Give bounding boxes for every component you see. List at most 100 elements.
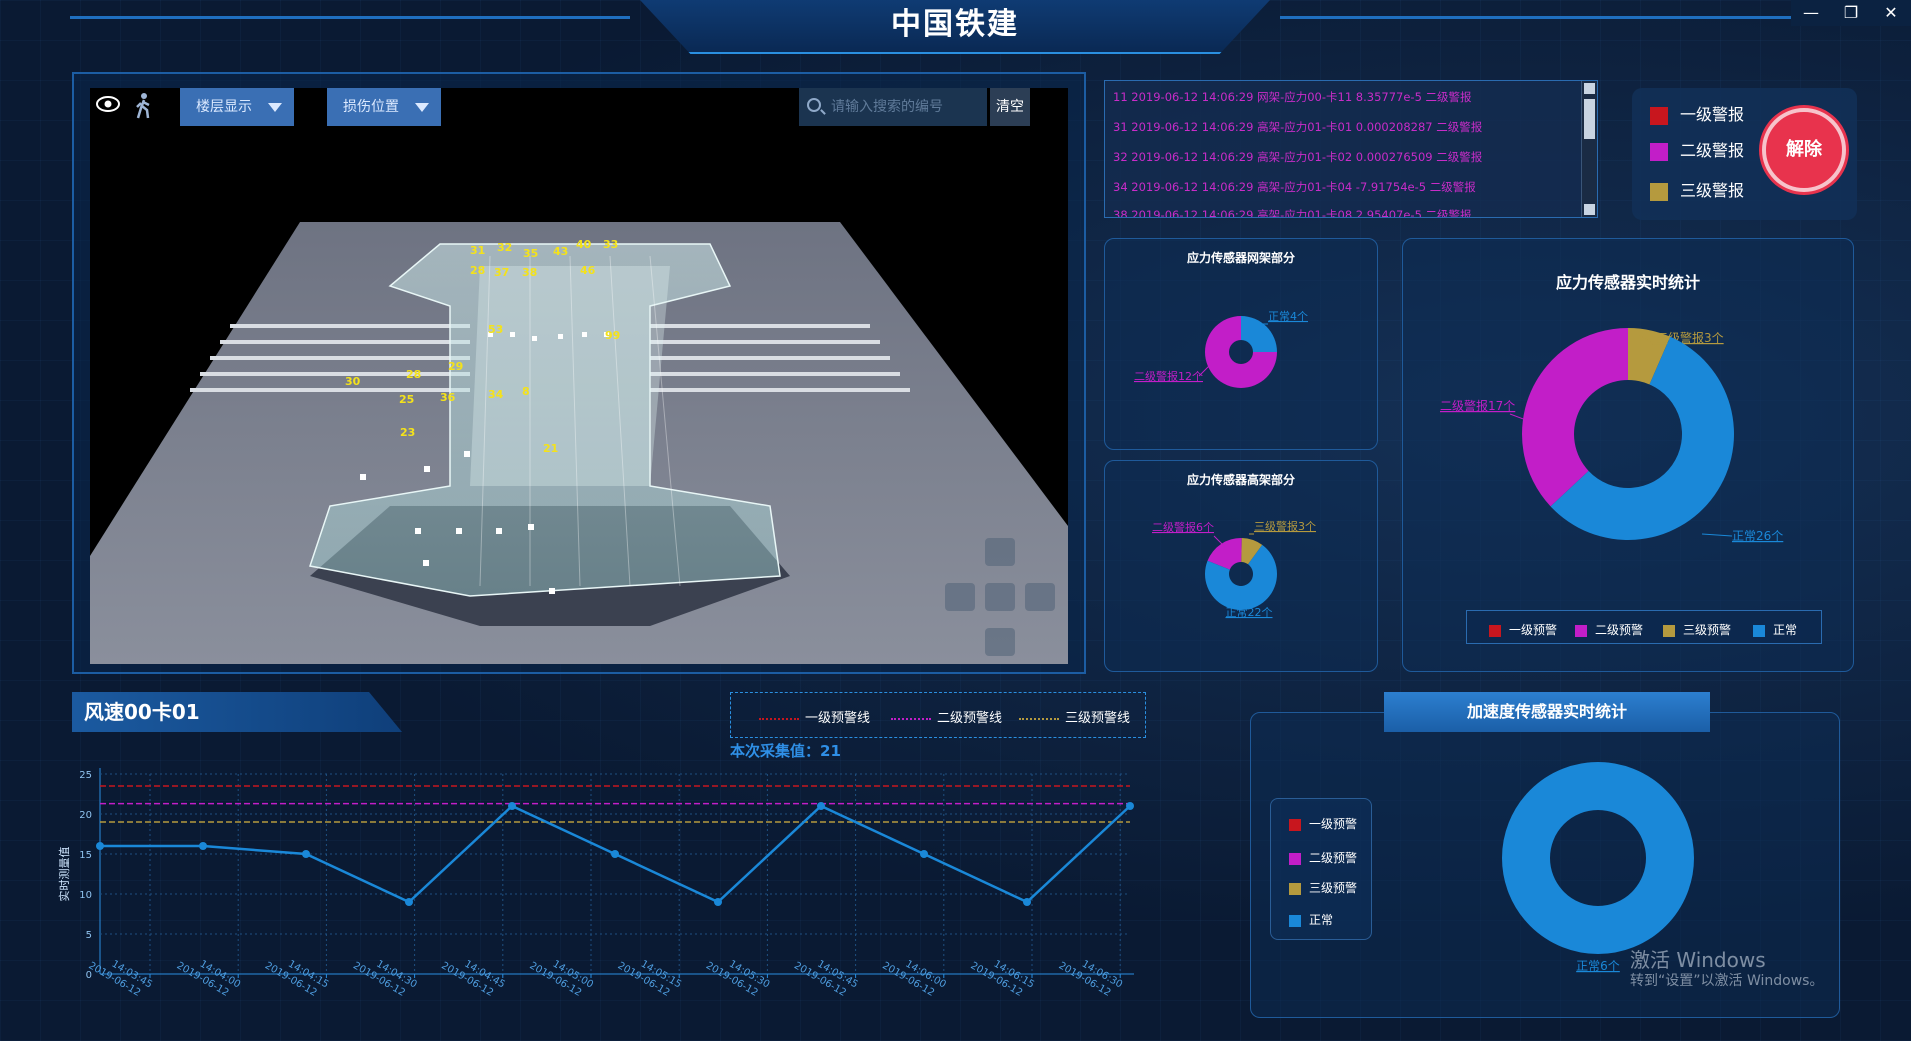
close-button[interactable]: ✕ (1871, 0, 1911, 26)
wind-chart-title: 风速00卡01 (72, 692, 402, 732)
data-point[interactable] (405, 898, 413, 906)
alert-row[interactable]: 38 2019-06-12 14:06:29 高架-应力01-卡08 2.954… (1113, 207, 1472, 217)
sensor-marker[interactable]: 23 (400, 426, 415, 439)
data-point[interactable] (302, 850, 310, 858)
alert-row[interactable]: 31 2019-06-12 14:06:29 高架-应力01-卡01 0.000… (1113, 119, 1482, 135)
sensor-marker[interactable]: 29 (448, 360, 463, 373)
legend-item: 一级预警 (1489, 621, 1557, 638)
alert-row[interactable]: 34 2019-06-12 14:06:29 高架-应力01-卡04 -7.91… (1113, 179, 1476, 195)
minimize-button[interactable]: — (1791, 0, 1831, 26)
data-point[interactable] (508, 802, 516, 810)
slice-label: 二级警报17个 (1440, 398, 1515, 413)
damage-position-label: 损伤位置 (343, 99, 399, 115)
sensor-marker[interactable]: 34 (488, 388, 503, 401)
legend-item: 正常 (1753, 621, 1797, 638)
legend-item: 二级预警 (1575, 621, 1643, 638)
x-tick-label: 14:04:302019-06-12 (351, 949, 419, 1002)
floor-display-dropdown[interactable]: 楼层显示 (180, 88, 294, 126)
alert-row[interactable]: 11 2019-06-12 14:06:29 网架-应力00-卡11 8.357… (1113, 89, 1472, 105)
scroll-thumb[interactable] (1584, 99, 1595, 139)
x-tick-label: 14:05:302019-06-12 (704, 949, 772, 1002)
sensor-marker[interactable]: 53 (488, 323, 503, 336)
data-point[interactable] (1126, 802, 1134, 810)
activation-watermark-hint: 转到“设置”以激活 Windows。 (1630, 973, 1824, 989)
sensor-marker[interactable]: 32 (497, 241, 512, 254)
donut-slice[interactable] (1502, 762, 1694, 954)
x-tick-label: 14:05:452019-06-12 (792, 949, 860, 1002)
sensor-marker[interactable]: 36 (440, 391, 455, 404)
eye-icon[interactable] (96, 96, 120, 112)
data-point[interactable] (714, 898, 722, 906)
slice-label: 正常26个 (1732, 529, 1783, 543)
slice-label: 正常6个 (1576, 959, 1620, 973)
sensor-marker[interactable]: 8 (522, 385, 530, 398)
restore-button[interactable]: ❐ (1831, 0, 1871, 26)
title-bar: 中国铁建 — ❐ ✕ (0, 0, 1911, 54)
sensor-marker[interactable]: 46 (580, 264, 595, 277)
sensor-marker[interactable]: 30 (345, 375, 360, 388)
search-input[interactable]: 请输入搜索的编号 (799, 88, 987, 126)
legend-item: 一级预警线 (759, 707, 870, 726)
grid-stress-donut: 正常4个二级警报12个 (1134, 310, 1308, 388)
x-tick-label: 14:05:002019-06-12 (527, 949, 595, 1002)
donut-slice[interactable] (1522, 328, 1628, 507)
walk-icon[interactable] (134, 92, 152, 120)
data-point[interactable] (920, 850, 928, 858)
stress-stats-donut: 三级警报3个正常26个 二级警报17个 (1440, 328, 1783, 543)
dropdown-icon (415, 103, 429, 112)
dropdown-icon (268, 103, 282, 112)
sensor-marker[interactable]: 25 (399, 393, 414, 406)
sensor-marker[interactable]: 35 (523, 247, 538, 260)
level1-label: 一级警报 (1680, 105, 1745, 124)
sensor-marker[interactable]: 28 (470, 264, 485, 277)
data-point[interactable] (96, 842, 104, 850)
slice-label: 三级警报3个 (1254, 519, 1316, 533)
sensor-marker[interactable]: 31 (470, 244, 485, 257)
data-point[interactable] (199, 842, 207, 850)
level2-swatch (1650, 142, 1668, 161)
slice-label: 正常22个 (1226, 606, 1273, 619)
sensor-marker[interactable]: 99 (605, 329, 620, 342)
slice-label: 二级警报6个 (1152, 520, 1214, 534)
sensor-marker[interactable]: 21 (543, 442, 558, 455)
y-tick-label: 20 (79, 810, 92, 821)
x-tick-label: 14:04:452019-06-12 (439, 949, 507, 1002)
y-tick-label: 25 (79, 770, 92, 781)
y-axis-label: 实时测量值 (57, 847, 71, 902)
slice-label: 正常4个 (1268, 310, 1308, 323)
level2-label: 二级警报 (1680, 141, 1745, 160)
alert-row[interactable]: 32 2019-06-12 14:06:29 高架-应力01-卡02 0.000… (1113, 149, 1482, 165)
scroll-up-icon[interactable] (1584, 83, 1595, 94)
wind-line-chart: 051015202514:03:452019-06-12 14:04:002019… (57, 768, 1134, 1002)
model-viewport[interactable]: 楼层显示 损伤位置 请输入搜索的编号 清空 31 32 35 43 40 33 … (90, 88, 1068, 664)
sensor-marker[interactable]: 28 (406, 368, 421, 381)
legend-level2: 二级警报 (1650, 140, 1744, 162)
elevated-stress-donut: 二级警报6个 三级警报3个正常22个 (1152, 519, 1316, 619)
data-point[interactable] (1023, 898, 1031, 906)
y-tick-label: 5 (86, 930, 92, 941)
slice-label: 二级警报12个 (1134, 369, 1203, 383)
scrollbar[interactable] (1581, 81, 1597, 217)
alert-log[interactable]: 11 2019-06-12 14:06:29 网架-应力00-卡11 8.357… (1104, 80, 1598, 218)
sensor-marker[interactable]: 33 (603, 238, 618, 251)
sensor-marker[interactable]: 38 (522, 266, 537, 279)
navigation-pad[interactable] (945, 538, 1055, 658)
level1-swatch (1650, 106, 1668, 125)
search-icon (807, 98, 821, 112)
y-tick-label: 10 (79, 890, 92, 901)
x-tick-label: 14:04:002019-06-12 (175, 949, 243, 1002)
data-point[interactable] (817, 802, 825, 810)
title-wing-left (70, 16, 630, 19)
data-point[interactable] (611, 850, 619, 858)
sensor-marker[interactable]: 43 (553, 245, 568, 258)
release-button[interactable]: 解除 (1762, 108, 1846, 192)
sensor-marker[interactable]: 37 (494, 266, 509, 279)
legend-item: 三级预警 (1663, 621, 1731, 638)
activation-watermark: 激活 Windows (1630, 948, 1766, 972)
clear-button[interactable]: 清空 (990, 88, 1030, 126)
scroll-down-icon[interactable] (1584, 204, 1595, 215)
damage-position-dropdown[interactable]: 损伤位置 (327, 88, 441, 126)
title-wing-right (1280, 16, 1800, 19)
sensor-marker[interactable]: 40 (576, 238, 591, 251)
level3-swatch (1650, 182, 1668, 201)
